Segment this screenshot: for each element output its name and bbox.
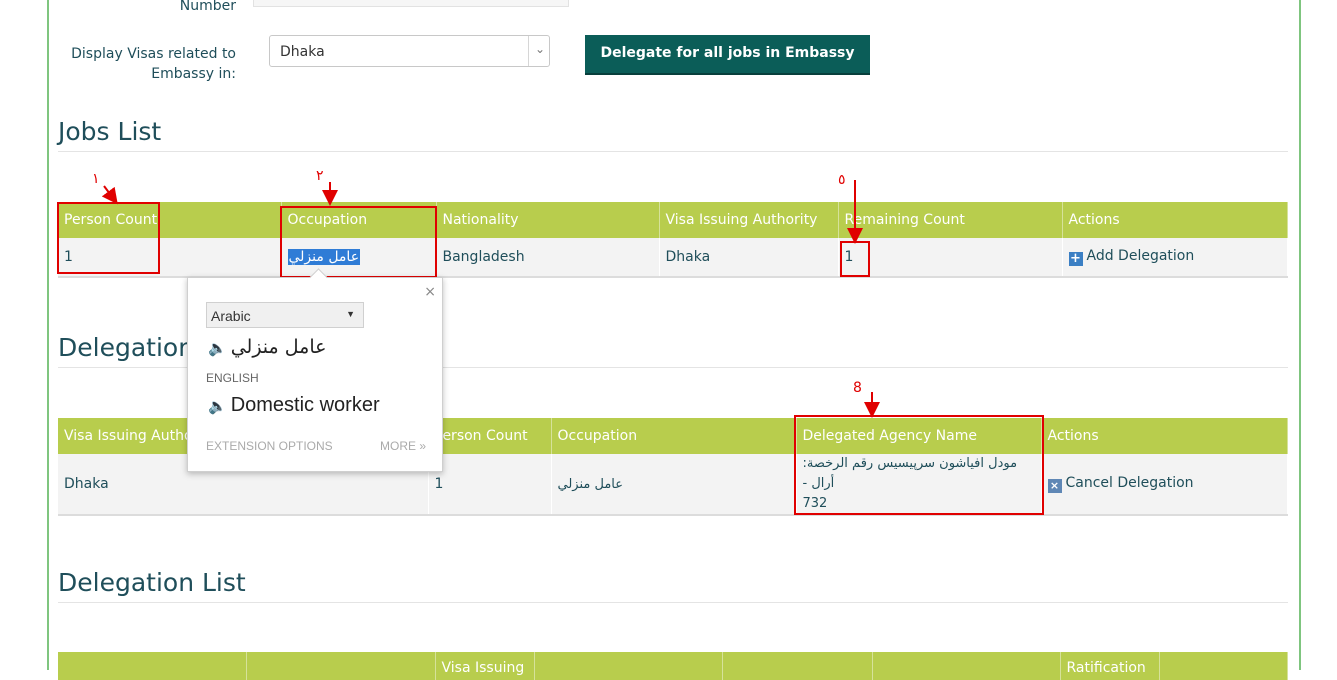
- target-text: Domestic worker: [230, 394, 380, 416]
- annotation-box-person-count: [57, 202, 160, 274]
- annotation-number-5: ٥: [838, 172, 846, 188]
- target-language-label: ENGLISH: [206, 371, 259, 385]
- cancel-delegation-label: Cancel Delegation: [1065, 475, 1194, 491]
- delegation-list-table: Visa Issuing Ratification: [58, 652, 1288, 680]
- col-visa-issuing: Visa Issuing: [435, 652, 535, 680]
- delegate-all-jobs-button[interactable]: Delegate for all jobs in Embassy: [585, 35, 870, 75]
- annotation-box-occupation: [280, 206, 437, 278]
- triangle-down-icon: ▼: [346, 309, 355, 319]
- arrow-1: [101, 185, 118, 205]
- cell-nationality: Bangladesh: [436, 238, 660, 278]
- col-ratification: Ratification: [1060, 652, 1160, 680]
- translate-popup: × Arabic ▼ 🔈 عامل منزلي ENGLISH 🔈 Domestic…: [187, 268, 443, 472]
- source-language-select[interactable]: Arabic ▼: [206, 302, 364, 328]
- annotation-box-remaining: [840, 241, 870, 277]
- cell-actions: × Cancel Delegation: [1041, 454, 1288, 516]
- source-text: عامل منزلي: [230, 336, 327, 358]
- speaker-icon[interactable]: 🔈: [208, 339, 227, 357]
- col-actions: Actions: [1041, 418, 1288, 454]
- col-8: [1159, 652, 1288, 680]
- embassy-select[interactable]: Dhaka ⌄: [269, 35, 550, 67]
- annotation-box-agency: [794, 415, 1044, 515]
- close-icon[interactable]: ×: [424, 284, 436, 300]
- cell-remaining: 1: [838, 238, 1063, 278]
- cancel-icon: ×: [1047, 479, 1062, 493]
- delegation-list-divider: [58, 602, 1288, 603]
- cell-occupation: عامل منزلي: [551, 454, 797, 516]
- chevron-down-icon: ⌄: [534, 42, 545, 56]
- jobs-table: Person Count Occupation Nationality Visa…: [58, 202, 1288, 278]
- source-text-row: 🔈 عامل منزلي: [208, 336, 326, 358]
- display-visas-label: Display Visas related to Embassy in:: [71, 46, 236, 82]
- more-link[interactable]: MORE »: [380, 439, 426, 453]
- cell-authority: Dhaka: [659, 238, 839, 278]
- col-occupation: Occupation: [551, 418, 797, 454]
- cancel-delegation-link[interactable]: × Cancel Delegation: [1047, 475, 1194, 493]
- add-delegation-label: Add Delegation: [1086, 248, 1195, 264]
- col-5: [722, 652, 873, 680]
- speaker-icon[interactable]: 🔈: [208, 398, 227, 415]
- target-text-row: 🔈 Domestic worker: [208, 394, 380, 417]
- page-frame-left: [47, 0, 49, 670]
- select-separator: [528, 36, 529, 66]
- annotation-number-1: ١: [92, 171, 100, 187]
- table-row: 1 عامل منزلي Bangladesh Dhaka 1 + Add Del…: [58, 238, 1288, 278]
- delegations-title: Delegations: [58, 333, 208, 362]
- col-2: [246, 652, 436, 680]
- cell-person-count: 1: [428, 454, 552, 516]
- col-nationality: Nationality: [436, 202, 660, 238]
- annotation-number-8: 8: [853, 380, 862, 396]
- col-visa-authority: Visa Issuing Authority: [659, 202, 839, 238]
- number-label: Number: [179, 0, 236, 14]
- page-frame-right: [1299, 0, 1301, 670]
- number-input[interactable]: [253, 0, 569, 7]
- delegation-list-title: Delegation List: [58, 568, 246, 597]
- col-actions: Actions: [1062, 202, 1288, 238]
- col-person-count: Person Count: [428, 418, 552, 454]
- col-1: [58, 652, 247, 680]
- cell-actions: + Add Delegation: [1062, 238, 1288, 278]
- col-4: [534, 652, 723, 680]
- jobs-list-divider: [58, 151, 1288, 152]
- annotation-number-2: ٢: [316, 168, 324, 184]
- source-language-value: Arabic: [211, 308, 251, 324]
- add-delegation-link[interactable]: + Add Delegation: [1068, 248, 1195, 266]
- col-remaining-count: Remaining Count: [838, 202, 1063, 238]
- add-icon: +: [1068, 251, 1083, 266]
- jobs-list-title: Jobs List: [58, 117, 162, 146]
- col-6: [872, 652, 1061, 680]
- extension-options-link[interactable]: EXTENSION OPTIONS: [206, 439, 333, 453]
- embassy-select-value: Dhaka: [280, 44, 325, 60]
